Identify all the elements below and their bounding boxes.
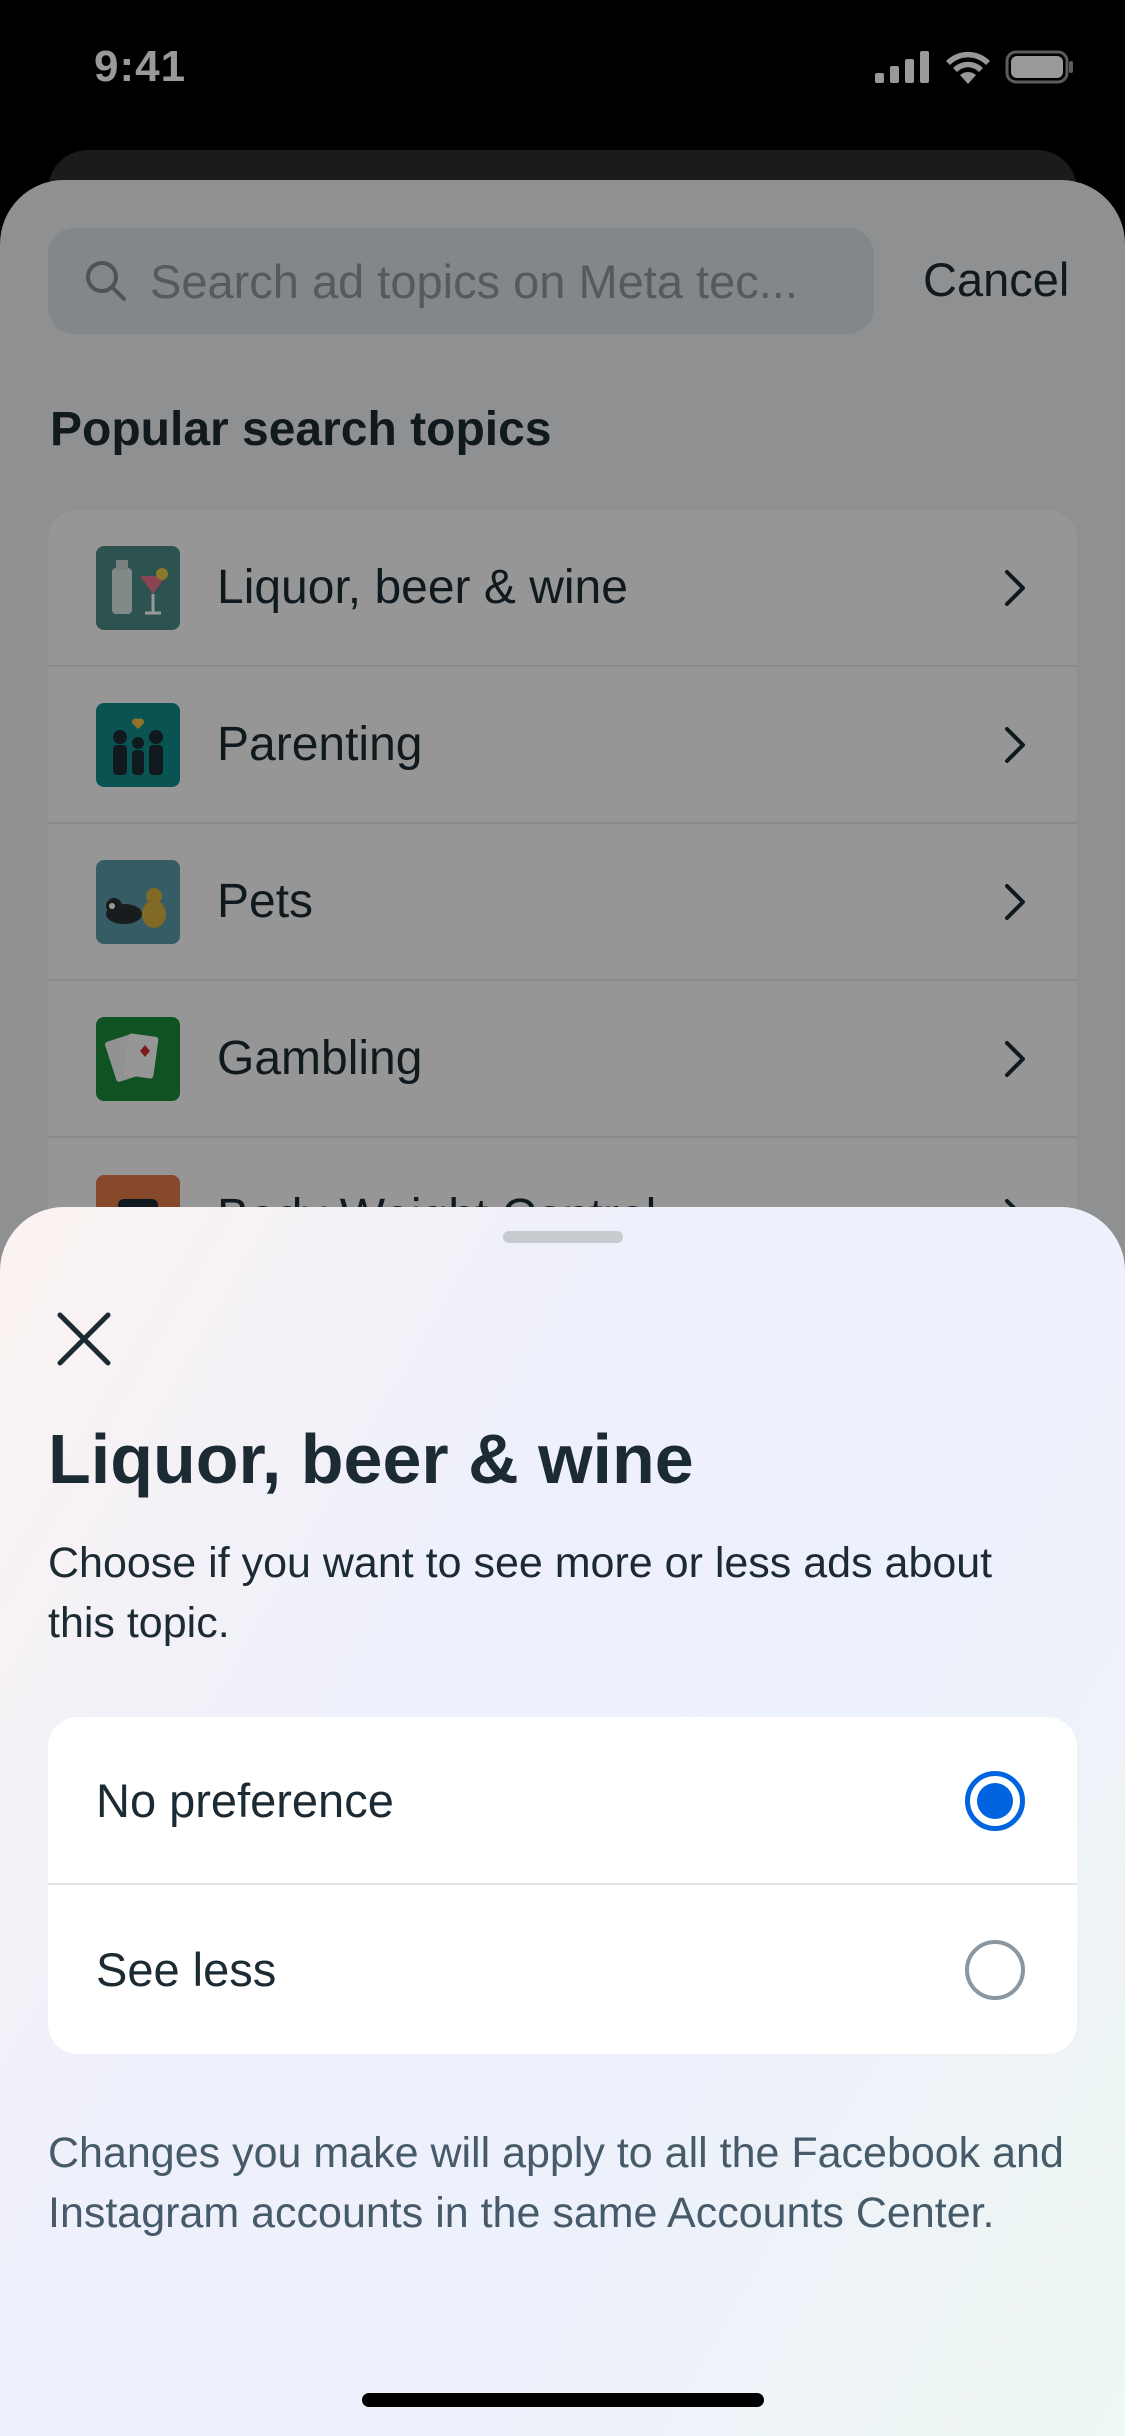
- preference-options: No preference See less: [48, 1717, 1077, 2054]
- modal-description: Choose if you want to see more or less a…: [48, 1539, 993, 1647]
- modal-title: Liquor, beer & wine: [48, 1420, 694, 1498]
- option-no-preference[interactable]: No preference: [48, 1717, 1077, 1885]
- option-label: No preference: [96, 1774, 394, 1827]
- option-label: See less: [96, 1943, 277, 1996]
- modal-footer-note: Changes you make will apply to all the F…: [48, 2129, 1064, 2237]
- close-icon[interactable]: [52, 1307, 116, 1371]
- sheet-grabber[interactable]: [503, 1231, 623, 1243]
- topic-preference-modal: Liquor, beer & wine Choose if you want t…: [0, 1207, 1125, 2436]
- radio-unselected[interactable]: [965, 1940, 1025, 2000]
- option-see-less[interactable]: See less: [48, 1886, 1077, 2054]
- radio-selected[interactable]: [965, 1771, 1025, 1831]
- home-indicator[interactable]: [362, 2393, 764, 2407]
